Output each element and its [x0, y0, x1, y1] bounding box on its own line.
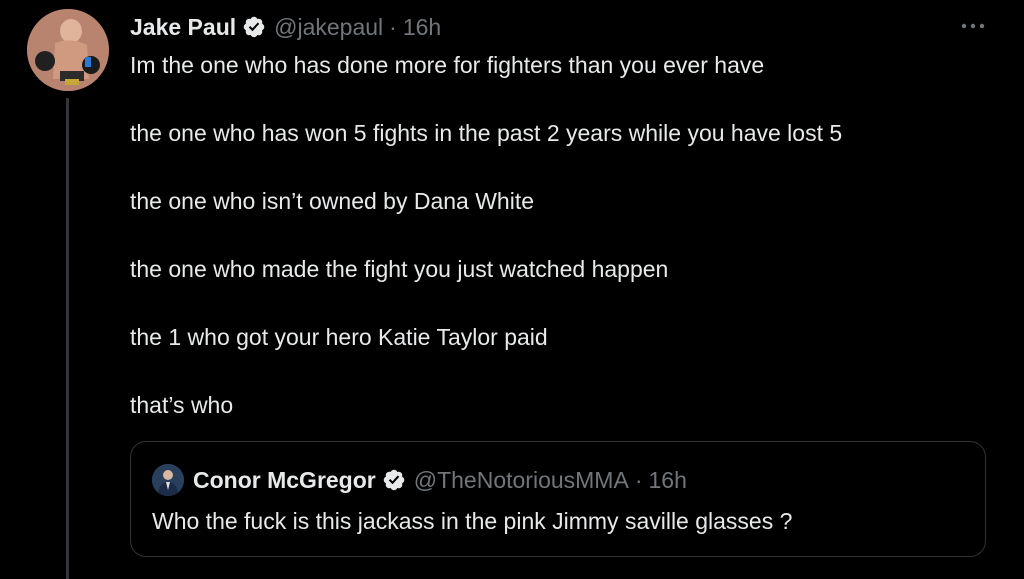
quoted-author-name[interactable]: Conor McGregor [193, 467, 376, 494]
tweet-text: Im the one who has done more for fighter… [130, 50, 990, 458]
author-name[interactable]: Jake Paul [130, 14, 236, 41]
quoted-tweet-header: Conor McGregor @TheNotoriousMMA · 16h [193, 465, 687, 495]
timestamp[interactable]: 16h [403, 14, 441, 41]
verified-badge-icon [243, 16, 265, 38]
verified-badge-icon [383, 469, 404, 491]
quoted-tweet[interactable]: Conor McGregor @TheNotoriousMMA · 16h Wh… [130, 441, 986, 557]
quoted-tweet-text: Who the fuck is this jackass in the pink… [152, 508, 793, 534]
tweet-header: Jake Paul @jakepaul · 16h [130, 12, 441, 42]
tweet-line: the one who made the fight you just watc… [130, 256, 669, 282]
tweet[interactable]: Jake Paul @jakepaul · 16h Im the one who… [0, 0, 1024, 579]
tweet-line: the one who has won 5 fights in the past… [130, 120, 843, 146]
tweet-line: the one who isn’t owned by Dana White [130, 188, 535, 214]
boxer-photo-icon [27, 9, 109, 91]
quoted-timestamp[interactable]: 16h [648, 467, 686, 494]
quoted-author-avatar[interactable] [152, 464, 184, 496]
separator-dot: · [634, 466, 643, 493]
thread-line [66, 98, 69, 579]
tweet-line: Im the one who has done more for fighter… [130, 52, 765, 78]
tweet-line: the 1 who got your hero Katie Taylor pai… [130, 324, 548, 350]
author-handle[interactable]: @jakepaul [274, 14, 383, 41]
more-options-button[interactable] [956, 14, 990, 38]
author-avatar[interactable] [27, 9, 109, 91]
suit-photo-icon [152, 464, 184, 496]
separator-dot: · [389, 13, 397, 40]
tweet-line: that’s who [130, 392, 234, 418]
more-options-icon [961, 23, 985, 29]
quoted-author-handle[interactable]: @TheNotoriousMMA [414, 467, 629, 494]
